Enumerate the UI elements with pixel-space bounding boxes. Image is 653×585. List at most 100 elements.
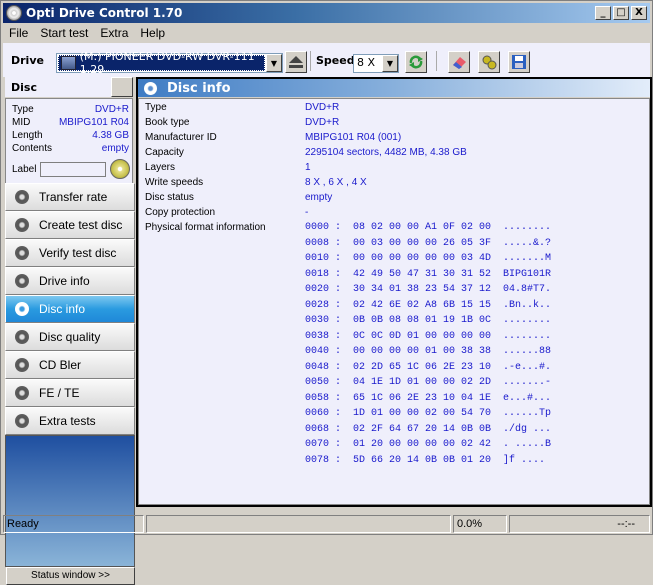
- info-value: -: [305, 207, 309, 218]
- hex-row: 0008 : 00 03 00 00 00 26 05 3F .....&.?: [305, 237, 552, 249]
- hex-row: 0020 : 30 34 01 38 23 54 37 12 04.8#T7.: [305, 284, 552, 295]
- speed-value: 8 X: [357, 56, 376, 69]
- summary-row: Type DVD+R: [12, 104, 129, 115]
- info-label: Type: [145, 102, 167, 113]
- panel-header: Disc info: [138, 79, 650, 97]
- hex-row: 0018 : 42 49 50 47 31 30 31 52 BIPG101R: [305, 268, 552, 280]
- nav-list: Transfer rate Create test disc Verify te…: [5, 183, 135, 435]
- hex-row: 0060 : 1D 01 00 00 02 00 54 70 ......Tp: [305, 408, 552, 419]
- menu-bar: File Start test Extra Help: [3, 23, 650, 42]
- hex-row: 0030 : 0B 0B 08 08 01 19 1B 0C ........: [305, 315, 552, 326]
- app-disc-icon: [6, 5, 22, 21]
- left-panel: Disc Type DVD+R MID MBIPG101 R04 Length 4.3…: [3, 77, 136, 585]
- transfer-rate-icon: [15, 190, 29, 204]
- hex-row: 0038 : 0C 0C 0D 01 00 00 00 00 ........: [305, 330, 552, 342]
- eject-icon: [289, 56, 303, 68]
- drive-icon: [61, 56, 76, 70]
- info-label: Copy protection: [145, 207, 216, 218]
- save-button[interactable]: [508, 51, 530, 73]
- hex-row: 0050 : 04 1E 1D 01 00 00 02 2D .......-: [305, 377, 552, 388]
- refresh-icon: [409, 55, 423, 69]
- maximize-button[interactable]: □: [613, 6, 629, 20]
- info-value: DVD+R: [305, 102, 340, 113]
- minimize-button[interactable]: _: [595, 6, 611, 20]
- menu-help[interactable]: Help: [134, 26, 171, 40]
- progress-percent: 0.0%: [453, 515, 507, 533]
- hex-row: 0040 : 00 00 00 00 01 00 38 38 ......88: [305, 346, 552, 357]
- nav-extra-tests[interactable]: Extra tests: [5, 407, 135, 435]
- menu-start-test[interactable]: Start test: [34, 26, 94, 40]
- drive-label: Drive: [11, 53, 44, 67]
- info-label: Disc status: [145, 192, 194, 203]
- info-label: Layers: [145, 162, 176, 173]
- summary-row: Length 4.38 GB: [12, 130, 129, 141]
- title-bar[interactable]: Opti Drive Control 1.70 _ □ X: [3, 3, 650, 23]
- time-remaining: --:--: [509, 515, 650, 533]
- info-value: DVD+R: [305, 117, 340, 128]
- summary-row: Contents empty: [12, 143, 129, 154]
- info-label: Write speeds: [145, 177, 204, 188]
- gears-icon: [482, 55, 497, 70]
- speed-label: Speed: [316, 54, 355, 67]
- hex-row: 0058 : 65 1C 06 2E 23 10 04 1E e...#...: [305, 392, 552, 404]
- erase-button[interactable]: [448, 51, 470, 73]
- verify-disc-icon: [15, 246, 29, 260]
- nav-background: [5, 435, 135, 567]
- hex-row: 0068 : 02 2F 64 67 20 14 0B 0B ./dg ...: [305, 423, 552, 435]
- info-value: MBIPG101 R04 (001): [305, 132, 402, 143]
- label-input[interactable]: [40, 161, 107, 177]
- chevron-down-icon[interactable]: ▼: [382, 55, 398, 72]
- panel-title: Disc info: [167, 80, 231, 96]
- status-window-button[interactable]: Status window >>: [6, 567, 135, 585]
- nav-transfer-rate[interactable]: Transfer rate: [5, 183, 135, 211]
- info-label: Physical format information: [145, 222, 266, 233]
- extra-tests-icon: [15, 414, 29, 428]
- disc-panel-title: Disc: [5, 77, 111, 97]
- info-value: empty: [305, 192, 333, 203]
- summary-row: MID MBIPG101 R04: [12, 117, 129, 128]
- create-disc-icon: [15, 218, 29, 232]
- info-label: Book type: [145, 117, 190, 128]
- info-value: 2295104 sectors, 4482 MB, 4.38 GB: [305, 147, 467, 158]
- disc-info-icon: [144, 81, 157, 95]
- nav-verify-test-disc[interactable]: Verify test disc: [5, 239, 135, 267]
- info-label: Capacity: [145, 147, 184, 158]
- info-value: 8 X , 6 X , 4 X: [305, 177, 367, 188]
- refresh-button[interactable]: [405, 51, 427, 73]
- toolbar: Drive (M:) PIONEER DVD-RW DVR-111 1.29 ▼…: [3, 43, 650, 77]
- label-caption: Label: [12, 163, 37, 175]
- hex-row: 0000 : 08 02 00 00 A1 0F 02 00 ........: [305, 222, 552, 233]
- disc-info-panel: Disc info Type DVD+R Book type DVD+R Manufac…: [136, 77, 652, 507]
- speed-select[interactable]: 8 X ▼: [353, 54, 399, 73]
- settings-button[interactable]: [478, 51, 500, 73]
- menu-extra[interactable]: Extra: [94, 26, 134, 40]
- nav-drive-info[interactable]: Drive info: [5, 267, 135, 295]
- hex-row: 0028 : 02 42 6E 02 A8 6B 15 15 .Bn..k..: [305, 299, 552, 311]
- hex-row: 0010 : 00 00 00 00 00 00 03 4D .......M: [305, 253, 552, 264]
- status-text: Ready: [3, 515, 144, 533]
- disc-info-icon: [15, 302, 29, 316]
- hex-row: 0070 : 01 20 00 00 00 00 02 42 . .....B: [305, 439, 552, 450]
- chevron-down-icon[interactable]: ▼: [266, 54, 282, 72]
- status-bar: Ready 0.0% --:--: [3, 515, 652, 533]
- disc-panel-toggle[interactable]: [111, 77, 133, 97]
- nav-fe-te[interactable]: FE / TE: [5, 379, 135, 407]
- save-icon: [512, 55, 526, 69]
- progress-bar: [146, 515, 451, 533]
- drive-value: (M:) PIONEER DVD-RW DVR-111 1.29: [79, 50, 255, 76]
- eraser-icon: [453, 57, 466, 69]
- nav-cd-bler[interactable]: CD Bler: [5, 351, 135, 379]
- hex-row: 0048 : 02 2D 65 1C 06 2E 23 10 .-e...#.: [305, 361, 552, 373]
- drive-select[interactable]: (M:) PIONEER DVD-RW DVR-111 1.29 ▼: [56, 50, 283, 76]
- eject-button[interactable]: [285, 51, 307, 73]
- cd-bler-icon: [15, 358, 29, 372]
- nav-disc-info[interactable]: Disc info: [5, 295, 135, 323]
- fe-te-icon: [15, 386, 29, 400]
- menu-file[interactable]: File: [3, 26, 34, 40]
- disc-label-icon[interactable]: [110, 159, 131, 179]
- nav-create-test-disc[interactable]: Create test disc: [5, 211, 135, 239]
- nav-disc-quality[interactable]: Disc quality: [5, 323, 135, 351]
- info-label: Manufacturer ID: [145, 132, 217, 143]
- app-window: Opti Drive Control 1.70 _ □ X File Start…: [0, 0, 653, 585]
- close-button[interactable]: X: [631, 6, 647, 20]
